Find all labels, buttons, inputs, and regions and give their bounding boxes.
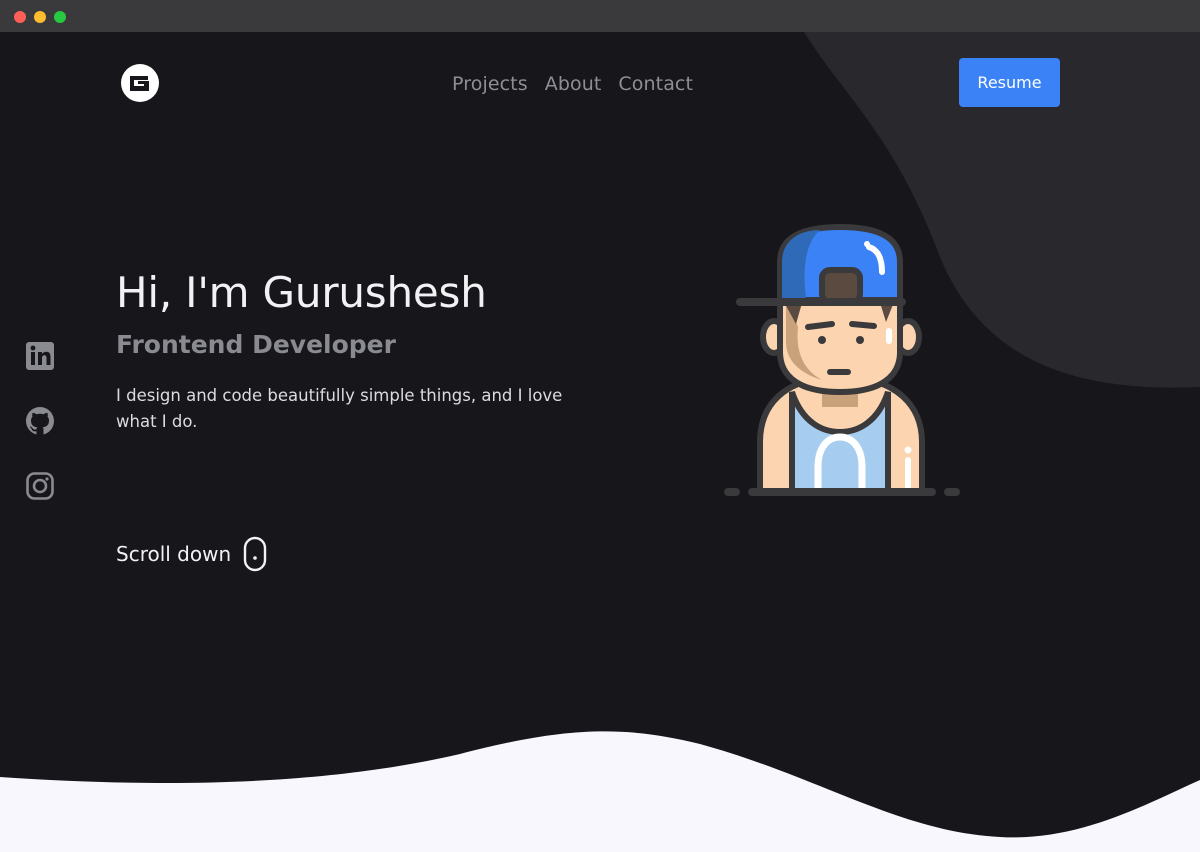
avatar-illustration bbox=[724, 223, 960, 496]
scroll-down-link[interactable]: Scroll down bbox=[116, 536, 267, 572]
site-logo[interactable] bbox=[121, 64, 159, 102]
linkedin-link[interactable] bbox=[24, 340, 56, 372]
instagram-icon bbox=[26, 472, 54, 500]
maximize-window-button[interactable] bbox=[54, 11, 66, 23]
minimize-window-button[interactable] bbox=[34, 11, 46, 23]
github-link[interactable] bbox=[24, 405, 56, 437]
hero-subtitle: Frontend Developer bbox=[116, 330, 396, 359]
window-titlebar bbox=[0, 0, 1200, 32]
nav-link-about[interactable]: About bbox=[545, 73, 602, 95]
bottom-wave-shape bbox=[0, 731, 1200, 852]
background-shapes bbox=[0, 32, 1200, 852]
scroll-down-label: Scroll down bbox=[116, 542, 232, 566]
g-logo-icon bbox=[130, 76, 149, 91]
linkedin-icon bbox=[26, 342, 54, 370]
close-window-button[interactable] bbox=[14, 11, 26, 23]
page-viewport: Projects About Contact Resume Hi, I'm Gu… bbox=[0, 32, 1200, 852]
nav-link-contact[interactable]: Contact bbox=[618, 73, 693, 95]
resume-button[interactable]: Resume bbox=[959, 58, 1060, 107]
github-icon bbox=[26, 407, 54, 435]
main-nav: Projects About Contact bbox=[452, 70, 693, 98]
nav-link-projects[interactable]: Projects bbox=[452, 73, 528, 95]
instagram-link[interactable] bbox=[24, 470, 56, 502]
hero-description: I design and code beautifully simple thi… bbox=[116, 386, 563, 431]
mouse-scroll-icon bbox=[243, 536, 267, 572]
hero-title: Hi, I'm Gurushesh bbox=[116, 268, 487, 317]
